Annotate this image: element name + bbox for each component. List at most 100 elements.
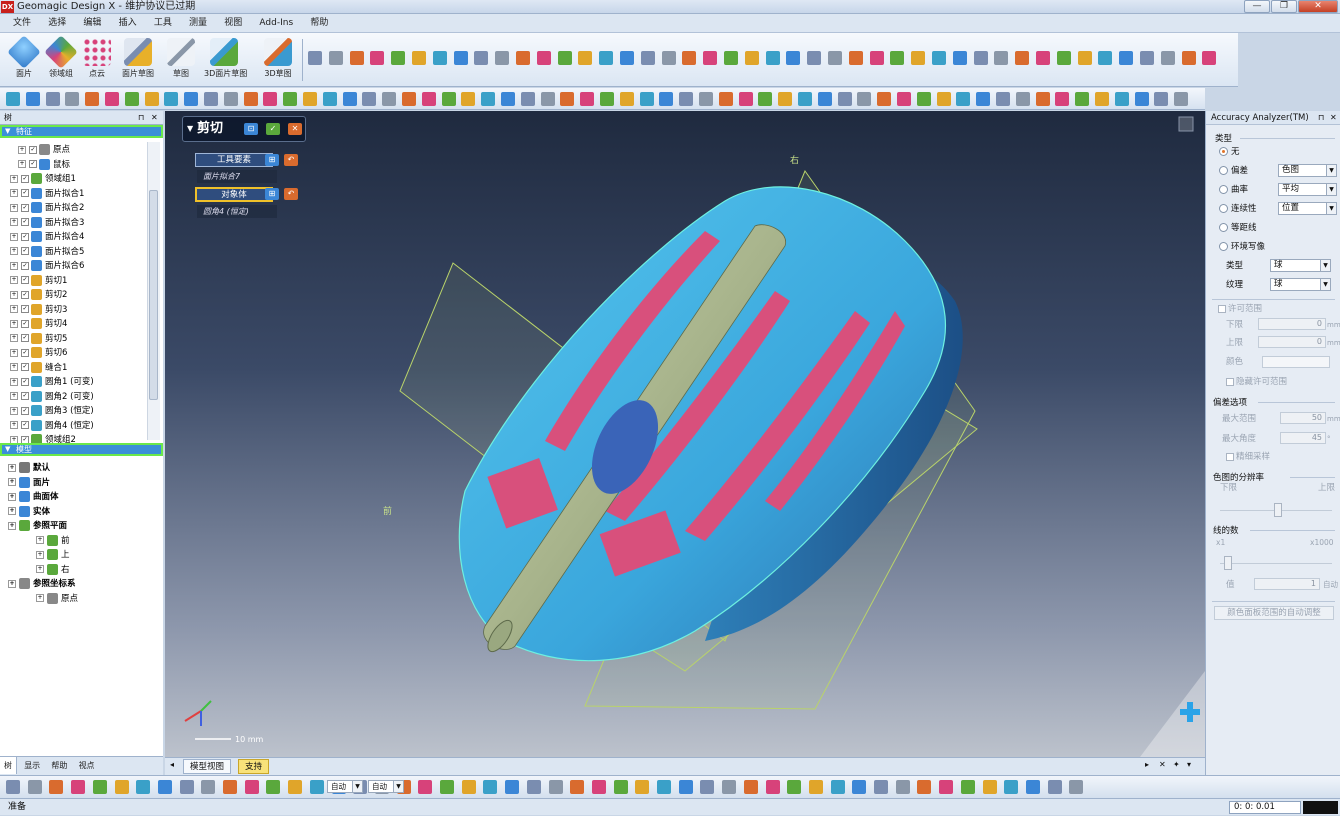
expand-icon[interactable]: + <box>10 392 18 400</box>
tool-icon[interactable] <box>1098 51 1113 65</box>
auto-checkbox[interactable]: 自动 <box>1323 579 1338 591</box>
line-count-slider-track[interactable] <box>1220 563 1332 564</box>
tool-icon[interactable] <box>1119 51 1134 65</box>
tool-icon[interactable] <box>778 92 793 106</box>
tool-icon[interactable] <box>1056 51 1071 65</box>
tool-icon[interactable] <box>591 780 606 794</box>
tool-icon[interactable] <box>699 92 713 106</box>
tool-icon[interactable] <box>263 92 278 106</box>
texture-select[interactable]: 球 ▼ <box>1270 278 1331 291</box>
expand-icon[interactable]: + <box>10 276 18 284</box>
visibility-checkbox[interactable]: ✓ <box>21 305 29 313</box>
expand-icon[interactable]: + <box>8 521 16 530</box>
3d-sketch-button[interactable]: 3D草图 <box>258 36 298 84</box>
menu-file[interactable]: 文件 <box>6 14 38 32</box>
tool-icon[interactable] <box>483 780 498 794</box>
tool-icon[interactable] <box>807 51 822 65</box>
tool-icon[interactable] <box>837 92 852 106</box>
visibility-checkbox[interactable]: ✓ <box>21 189 29 197</box>
expand-icon[interactable]: + <box>10 232 18 241</box>
expand-icon[interactable]: + <box>8 507 16 515</box>
tool-icon[interactable] <box>6 92 20 106</box>
tab-menu-icon[interactable]: ▾ <box>1187 760 1191 769</box>
target-body-value[interactable]: 圆角4 (恒定) <box>197 205 277 218</box>
tool-icon[interactable] <box>495 51 510 65</box>
tool-icon[interactable] <box>548 780 563 794</box>
tool-icon[interactable] <box>830 780 845 794</box>
tool-icon[interactable] <box>308 51 322 65</box>
point-cloud-button[interactable]: 点云 <box>77 36 117 84</box>
tool-icon[interactable] <box>895 780 910 794</box>
tool-icon[interactable] <box>744 51 759 65</box>
lower-limit-input[interactable]: 0 <box>1258 318 1326 330</box>
tool-icon[interactable] <box>911 51 926 65</box>
expand-icon[interactable]: + <box>10 261 18 270</box>
tool-icon[interactable] <box>204 92 218 106</box>
tool-icon[interactable] <box>453 51 468 65</box>
visibility-checkbox[interactable]: ✓ <box>21 203 29 212</box>
expand-icon[interactable]: + <box>10 174 18 183</box>
tree-row[interactable]: + 右 <box>36 563 70 577</box>
tool-icon[interactable] <box>786 51 801 65</box>
tool-icon[interactable] <box>1140 51 1154 65</box>
expand-icon[interactable]: + <box>18 145 26 154</box>
tree-row[interactable]: + ✓ 领域组1 <box>10 172 76 186</box>
3d-mesh-sketch-button[interactable]: 3D面片草图 <box>204 36 247 84</box>
tool-icon[interactable] <box>362 92 377 106</box>
tool-icon[interactable] <box>743 780 758 794</box>
tool-icon[interactable] <box>897 92 911 106</box>
tree-row[interactable]: + ✓ 缝合1 <box>10 361 67 375</box>
expand-icon[interactable]: + <box>10 334 18 342</box>
tool-icon[interactable] <box>440 780 454 794</box>
expand-icon[interactable]: + <box>10 290 18 299</box>
tool-icon[interactable] <box>1160 51 1175 65</box>
tool-icon[interactable] <box>501 92 515 106</box>
model-tree-header[interactable]: ▼ 模型 <box>0 443 163 456</box>
tool-icon[interactable] <box>85 92 100 106</box>
menu-edit[interactable]: 编辑 <box>76 14 108 32</box>
menu-addins[interactable]: Add-Ins <box>252 14 300 32</box>
tree-row[interactable]: + ✓ 鼠标 <box>18 158 70 172</box>
tool-icon[interactable] <box>718 92 733 106</box>
tool-icon[interactable] <box>266 780 281 794</box>
visibility-checkbox[interactable]: ✓ <box>21 334 29 342</box>
tool-icon[interactable] <box>441 92 456 106</box>
scroll-left-icon[interactable]: ◂ <box>170 760 174 769</box>
expand-icon[interactable]: + <box>8 492 16 501</box>
expand-icon[interactable]: + <box>18 160 26 168</box>
tree-row[interactable]: + ✓ 剪切5 <box>10 332 67 346</box>
sketch-button[interactable]: 草图 <box>161 36 201 84</box>
tree-row[interactable]: + ✓ 剪切1 <box>10 274 67 288</box>
tool-element-value[interactable]: 面片拟合7 <box>197 170 277 183</box>
pin-icon[interactable]: ⊓ <box>1318 113 1324 122</box>
tool-element-field[interactable]: 工具要素 <box>195 153 273 167</box>
tool-icon[interactable] <box>976 92 991 106</box>
restore-button[interactable]: ❐ <box>1271 0 1297 13</box>
tool-icon[interactable] <box>1069 780 1084 794</box>
tool-icon[interactable] <box>201 780 216 794</box>
tool-icon[interactable] <box>391 51 406 65</box>
tree-row[interactable]: + 上 <box>36 548 70 562</box>
expand-icon[interactable]: + <box>10 377 18 386</box>
mesh-button[interactable]: 面片 <box>4 35 44 84</box>
cancel-icon[interactable]: ✕ <box>288 123 302 135</box>
tool-icon[interactable] <box>1077 51 1092 65</box>
tree-row[interactable]: + ✓ 剪切4 <box>10 317 67 331</box>
tree-scroll-thumb[interactable] <box>149 190 158 400</box>
tree-row[interactable]: + ✓ 剪切3 <box>10 303 67 317</box>
tab-close-icon[interactable]: ✕ <box>1159 760 1166 769</box>
tool-icon[interactable] <box>283 92 298 106</box>
tool-icon[interactable] <box>412 51 426 65</box>
tool-icon[interactable] <box>1015 51 1030 65</box>
tool-icon[interactable] <box>939 780 954 794</box>
visibility-checkbox[interactable]: ✓ <box>21 363 29 371</box>
tool-icon[interactable] <box>848 51 863 65</box>
tree-row[interactable]: + 参照平面 <box>8 519 67 533</box>
tool-icon[interactable] <box>857 92 872 106</box>
menu-help[interactable]: 帮助 <box>303 14 335 32</box>
tool-icon[interactable] <box>936 92 951 106</box>
tool-icon[interactable] <box>1055 92 1070 106</box>
region-group-button[interactable]: 领域组 <box>41 35 81 84</box>
tab-viewpoint[interactable]: 视点 <box>75 757 99 774</box>
close-icon[interactable]: ✕ <box>151 112 158 124</box>
